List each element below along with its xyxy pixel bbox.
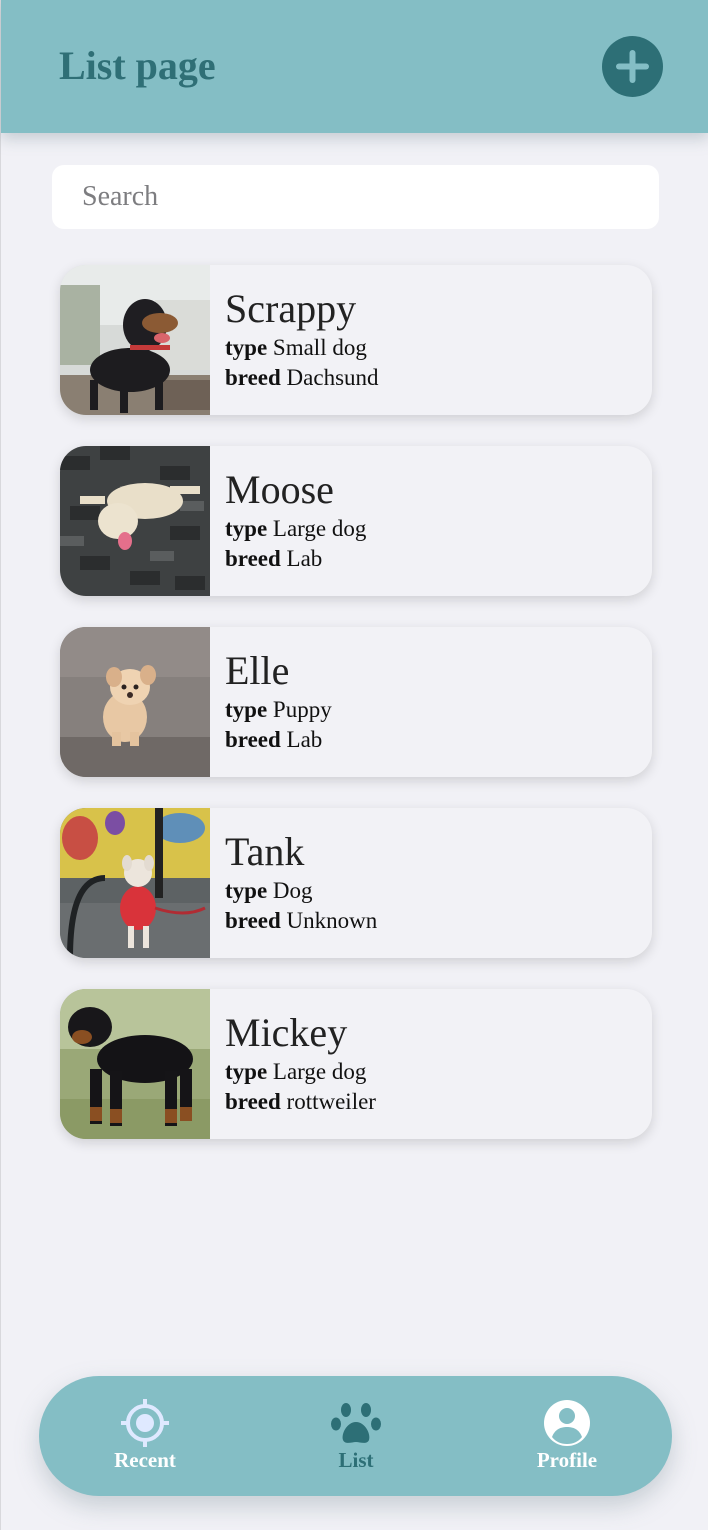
- nav-label-profile: Profile: [536, 1448, 598, 1472]
- dog-card[interactable]: Mickey type Large dog breed rottweiler: [60, 989, 652, 1139]
- dog-breed: breed rottweiler: [225, 1087, 376, 1117]
- lab-photo: [60, 446, 210, 596]
- nav-label-recent: Recent: [114, 1448, 176, 1472]
- nav-item-profile[interactable]: Profile: [492, 1376, 642, 1496]
- rottweiler-photo: [60, 989, 210, 1139]
- dog-name: Elle: [225, 648, 290, 693]
- paw-icon: [331, 1403, 381, 1443]
- dog-card[interactable]: Tank type Dog breed Unknown: [60, 808, 652, 958]
- small-dog-photo: [60, 808, 210, 958]
- dog-type: type Puppy: [225, 695, 332, 725]
- type-value: Large dog: [272, 1059, 367, 1084]
- page-title: List page: [59, 43, 216, 88]
- dog-name: Mickey: [225, 1010, 348, 1055]
- dog-name: Moose: [225, 467, 334, 512]
- bottom-navigation: Recent List Profile: [39, 1376, 672, 1496]
- type-label: type: [225, 335, 268, 360]
- dog-info: Tank type Dog breed Unknown: [225, 828, 377, 936]
- breed-label: breed: [225, 1089, 281, 1114]
- dog-breed: breed Dachsund: [225, 363, 379, 393]
- dog-breed: breed Lab: [225, 725, 332, 755]
- dog-name: Scrappy: [225, 286, 357, 331]
- add-dog-button[interactable]: [602, 36, 663, 97]
- dog-type: type Small dog: [225, 333, 379, 363]
- breed-label: breed: [225, 727, 281, 752]
- target-icon: [121, 1399, 169, 1447]
- breed-label: breed: [225, 908, 281, 933]
- dog-info: Mickey type Large dog breed rottweiler: [225, 1009, 376, 1117]
- breed-label: breed: [225, 365, 281, 390]
- puppy-photo: [60, 627, 210, 777]
- dog-list: Scrappy type Small dog breed Dachsund Mo…: [60, 265, 652, 1170]
- type-value: Dog: [272, 878, 313, 903]
- type-label: type: [225, 1059, 268, 1084]
- type-value: Puppy: [272, 697, 332, 722]
- search-input[interactable]: [52, 165, 659, 229]
- type-label: type: [225, 516, 268, 541]
- dog-breed: breed Lab: [225, 544, 366, 574]
- dog-type: type Large dog: [225, 514, 366, 544]
- dog-type: type Dog: [225, 876, 377, 906]
- nav-item-recent[interactable]: Recent: [70, 1376, 220, 1496]
- type-value: Small dog: [272, 335, 367, 360]
- breed-value: Dachsund: [286, 365, 379, 390]
- breed-value: Lab: [286, 727, 323, 752]
- type-label: type: [225, 697, 268, 722]
- dog-card[interactable]: Elle type Puppy breed Lab: [60, 627, 652, 777]
- dog-info: Elle type Puppy breed Lab: [225, 647, 332, 755]
- type-label: type: [225, 878, 268, 903]
- dog-breed: breed Unknown: [225, 906, 377, 936]
- nav-item-list[interactable]: List: [281, 1376, 431, 1496]
- breed-value: Lab: [286, 546, 323, 571]
- dog-info: Moose type Large dog breed Lab: [225, 466, 366, 574]
- breed-value: rottweiler: [286, 1089, 376, 1114]
- dog-type: type Large dog: [225, 1057, 376, 1087]
- dog-name: Tank: [225, 829, 305, 874]
- breed-value: Unknown: [286, 908, 378, 933]
- breed-label: breed: [225, 546, 281, 571]
- plus-icon: [616, 50, 649, 83]
- dog-card[interactable]: Moose type Large dog breed Lab: [60, 446, 652, 596]
- user-circle-icon: [544, 1400, 590, 1446]
- dog-card[interactable]: Scrappy type Small dog breed Dachsund: [60, 265, 652, 415]
- dog-info: Scrappy type Small dog breed Dachsund: [225, 285, 379, 393]
- type-value: Large dog: [272, 516, 367, 541]
- dachshund-photo: [60, 265, 210, 415]
- nav-label-list: List: [338, 1448, 374, 1472]
- app-header: List page: [1, 0, 708, 133]
